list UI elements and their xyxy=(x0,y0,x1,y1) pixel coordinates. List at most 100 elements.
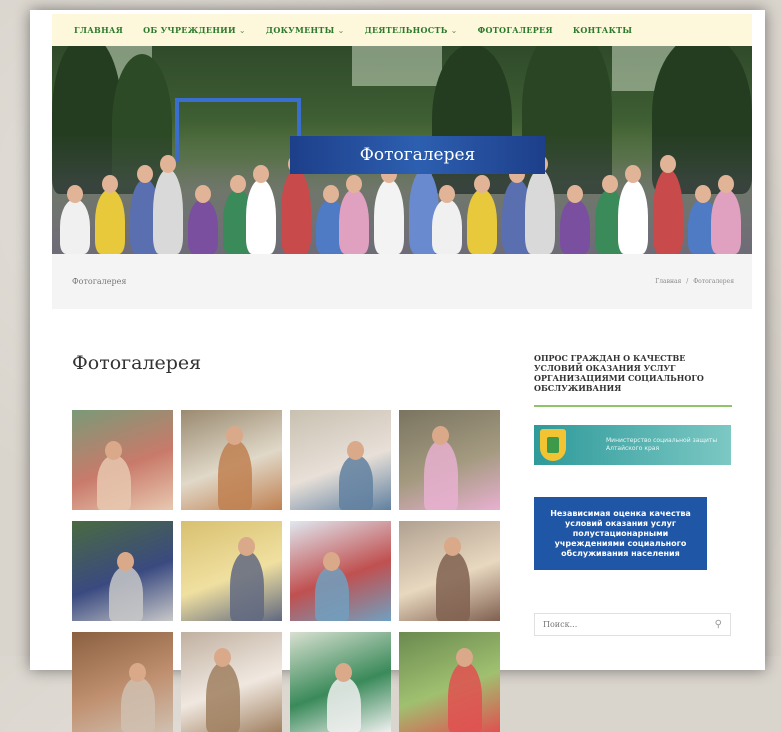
breadcrumb-bar: Фотогалерея Главная / Фотогалерея xyxy=(52,254,752,309)
photo-gallery-12[interactable] xyxy=(399,632,500,732)
photo-woman-in-dress[interactable] xyxy=(72,410,173,510)
person-figure xyxy=(95,189,125,254)
photo-subject-head xyxy=(129,663,146,682)
person-figure xyxy=(525,169,555,254)
person-figure xyxy=(432,199,462,254)
photo-subject xyxy=(121,677,155,732)
photo-gallery-11[interactable] xyxy=(290,632,391,732)
photo-subject xyxy=(315,566,349,621)
photo-subject-head xyxy=(105,441,122,460)
photo-child-with-nurse[interactable] xyxy=(290,521,391,621)
nav-item-2[interactable]: ДОКУМЕНТЫ ⌄ xyxy=(266,25,345,35)
main-nav: ГЛАВНАЯ ОБ УЧРЕЖДЕНИИ ⌄ ДОКУМЕНТЫ ⌄ ДЕЯТЕЛЬНО… xyxy=(52,14,752,46)
person-head xyxy=(625,165,641,183)
person-figure xyxy=(188,199,218,254)
photo-subject-head xyxy=(347,441,364,460)
breadcrumb-current: Фотогалерея xyxy=(693,278,734,285)
person-figure xyxy=(560,199,590,254)
breadcrumb-separator: / xyxy=(686,278,689,285)
photo-baking-dough[interactable] xyxy=(399,521,500,621)
person-head xyxy=(160,155,176,173)
hero-banner-text: Фотогалерея xyxy=(359,145,476,165)
person-head xyxy=(346,175,362,193)
photo-gallery-9[interactable] xyxy=(72,632,173,732)
chevron-down-icon: ⌄ xyxy=(337,26,345,35)
nav-item-label: ДЕЯТЕЛЬНОСТЬ xyxy=(364,25,448,35)
person-head xyxy=(67,185,83,203)
ministry-banner-text: Министерство социальной защиты Алтайског… xyxy=(606,437,718,452)
person-figure xyxy=(374,179,404,254)
person-head xyxy=(660,155,676,173)
coat-of-arms-icon xyxy=(540,429,566,461)
nav-item-label: ДОКУМЕНТЫ xyxy=(265,25,335,35)
photo-corridor-staff[interactable] xyxy=(181,521,282,621)
photo-subject-head xyxy=(456,648,473,667)
person-head xyxy=(695,185,711,203)
breadcrumb-page-title: Фотогалерея xyxy=(72,277,127,286)
photo-subject-head xyxy=(444,537,461,556)
person-figure xyxy=(711,189,741,254)
photo-subject xyxy=(218,440,252,510)
photo-subject-head xyxy=(323,552,340,571)
photo-subject xyxy=(109,566,143,621)
page-frame: ГЛАВНАЯ ОБ УЧРЕЖДЕНИИ ⌄ ДОКУМЕНТЫ ⌄ ДЕЯТЕЛЬНО… xyxy=(30,10,765,732)
photo-table-with-food[interactable] xyxy=(181,410,282,510)
person-head xyxy=(253,165,269,183)
person-head xyxy=(439,185,455,203)
person-figure xyxy=(653,169,683,254)
nav-item-label: ГЛАВНАЯ xyxy=(74,25,124,35)
person-head xyxy=(474,175,490,193)
ministry-banner-link[interactable]: Министерство социальной защиты Алтайског… xyxy=(534,425,731,465)
photo-subject xyxy=(97,455,131,510)
person-head xyxy=(102,175,118,193)
nav-item-0[interactable]: ГЛАВНАЯ xyxy=(74,25,123,35)
nav-item-3[interactable]: ДЕЯТЕЛЬНОСТЬ ⌄ xyxy=(365,25,458,35)
photo-subject xyxy=(339,455,373,510)
photo-subject xyxy=(230,551,264,621)
hero-banner-photo: Фотогалерея xyxy=(52,46,752,254)
page-title: Фотогалерея xyxy=(72,352,202,374)
photo-subject xyxy=(436,551,470,621)
search-input[interactable] xyxy=(543,620,693,629)
nav-item-label: КОНТАКТЫ xyxy=(572,25,633,35)
person-figure xyxy=(246,179,276,254)
photo-office-consultation[interactable] xyxy=(290,410,391,510)
photo-gallery-10[interactable] xyxy=(181,632,282,732)
person-head xyxy=(323,185,339,203)
photo-subject xyxy=(448,662,482,732)
nav-item-label: ФОТОГАЛЕРЕЯ xyxy=(477,25,553,35)
person-figure xyxy=(339,189,369,254)
breadcrumb-home-link[interactable]: Главная xyxy=(655,278,681,285)
chevron-down-icon: ⌄ xyxy=(450,26,458,35)
chevron-down-icon: ⌄ xyxy=(238,26,246,35)
person-figure xyxy=(618,179,648,254)
search-icon[interactable]: ⚲ xyxy=(715,619,722,630)
photo-subject-head xyxy=(335,663,352,682)
person-figure xyxy=(281,169,311,254)
photo-subject-head xyxy=(238,537,255,556)
person-head xyxy=(567,185,583,203)
survey-widget-heading: Опрос граждан о качестве условий оказани… xyxy=(534,353,704,393)
photo-subject-head xyxy=(214,648,231,667)
person-head xyxy=(230,175,246,193)
photo-children-outdoors[interactable] xyxy=(399,410,500,510)
person-figure xyxy=(153,169,183,254)
nav-item-label: ОБ УЧРЕЖДЕНИИ xyxy=(143,25,236,35)
photo-subject xyxy=(327,677,361,732)
photo-subject xyxy=(424,440,458,510)
nav-item-5[interactable]: КОНТАКТЫ xyxy=(573,25,633,35)
nav-item-4[interactable]: ФОТОГАЛЕРЕЯ xyxy=(478,25,553,35)
nav-item-1[interactable]: ОБ УЧРЕЖДЕНИИ ⌄ xyxy=(143,25,246,35)
hero-title-banner: Фотогалерея xyxy=(290,136,545,174)
sidebar-divider xyxy=(534,405,732,407)
photo-police-officer-crowd[interactable] xyxy=(72,521,173,621)
photo-subject-head xyxy=(117,552,134,571)
person-figure xyxy=(60,199,90,254)
independent-assessment-banner[interactable]: Независимая оценка качества условий оказ… xyxy=(534,497,707,570)
person-figure xyxy=(467,189,497,254)
person-head xyxy=(137,165,153,183)
person-head xyxy=(195,185,211,203)
person-head xyxy=(602,175,618,193)
search-box: ⚲ xyxy=(534,613,731,636)
person-head xyxy=(718,175,734,193)
